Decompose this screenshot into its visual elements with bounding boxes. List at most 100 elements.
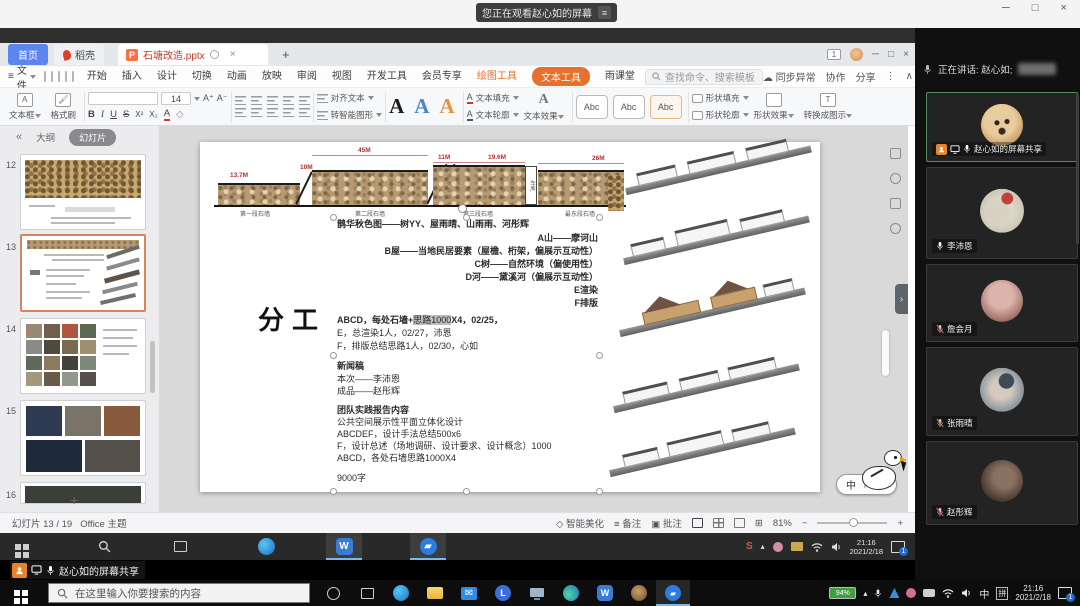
sync-status[interactable]: ☁ 同步异常	[763, 69, 816, 84]
shared-clock[interactable]: 21:162021/2/18	[850, 538, 883, 556]
text-preset-2[interactable]: Abc	[613, 95, 645, 119]
justify-icon[interactable]	[283, 108, 294, 117]
report-line-2[interactable]: ABCDEF，设计手法总结500x6	[337, 428, 461, 440]
output-icon[interactable]	[51, 71, 53, 82]
panel-scrollbar[interactable]	[150, 341, 155, 393]
shared-meeting-button[interactable]: ▰	[410, 533, 446, 560]
shared-wps-button[interactable]: W	[326, 533, 362, 560]
slide-thumbnail-16[interactable]	[20, 482, 146, 504]
shape-fill-button[interactable]: 形状填充	[692, 92, 749, 104]
line-a-mountain[interactable]: A山——摩诃山	[538, 232, 599, 244]
zoom-out-button[interactable]: −	[802, 518, 808, 529]
taskbar-search-box[interactable]: 在这里输入你要搜索的内容	[48, 583, 310, 603]
selection-handle[interactable]	[330, 488, 337, 495]
menu-slideshow[interactable]: 放映	[262, 67, 282, 86]
menu-review[interactable]: 审阅	[297, 67, 317, 86]
beautify-button[interactable]: ◇ 智能美化	[556, 516, 604, 530]
collapse-ribbon-icon[interactable]: ∧	[906, 71, 913, 82]
fengong-heading[interactable]: 分工	[258, 300, 326, 337]
format-painter-tool[interactable]: 🖌 格式刷	[46, 93, 82, 121]
selection-handle[interactable]	[330, 352, 337, 359]
news-line-1[interactable]: 本次——李沛恩	[337, 373, 400, 385]
selection-handle[interactable]	[463, 214, 470, 221]
line-e-render[interactable]: E渲染	[574, 284, 598, 296]
avatar-app[interactable]	[622, 580, 656, 606]
menu-animation[interactable]: 动画	[227, 67, 247, 86]
tray-camera-icon[interactable]	[923, 589, 935, 597]
shared-search-button[interactable]	[86, 533, 122, 560]
total-words[interactable]: 9000字	[337, 472, 366, 484]
reading-view-icon[interactable]	[734, 518, 745, 528]
menu-design[interactable]: 设计	[157, 67, 177, 86]
selection-handle[interactable]	[596, 214, 603, 221]
font-size-input[interactable]: 14	[161, 92, 191, 105]
tray-up-arrow-icon[interactable]: ▴	[863, 589, 867, 598]
print-icon[interactable]	[58, 71, 60, 82]
undo-icon[interactable]	[65, 71, 67, 82]
volume-icon[interactable]	[831, 542, 842, 552]
indent-increase-icon[interactable]	[283, 96, 294, 105]
font-name-input[interactable]	[88, 92, 158, 105]
slide-title-line[interactable]: 鹊华秋色图——树YY、屋雨晴、山雨雨、河彤辉	[337, 218, 529, 230]
report-title[interactable]: 团队实践报告内容	[337, 404, 409, 416]
account-avatar[interactable]	[850, 48, 863, 61]
new-slide-button[interactable]: +	[70, 492, 78, 508]
comments-button[interactable]: ▣ 批注	[651, 516, 682, 530]
ime-pinyin-indicator[interactable]: 拼	[996, 587, 1008, 600]
taskbar-clock[interactable]: 21:162021/2/18	[1015, 584, 1051, 602]
banner-menu-icon[interactable]: ≡	[598, 6, 611, 19]
text-effects-button[interactable]: A 文本效果	[519, 92, 569, 122]
wps-minimize-button[interactable]: ─	[872, 49, 879, 60]
grow-font-button[interactable]: A⁺	[203, 93, 214, 104]
tab-slides-active[interactable]: 幻灯片	[69, 129, 116, 146]
tray-pink-icon[interactable]	[906, 588, 916, 598]
tab-docer[interactable]: 稻壳	[54, 44, 104, 65]
subscript-button[interactable]: X₂	[149, 110, 157, 119]
fit-slide-icon[interactable]: ⊞	[755, 518, 763, 529]
menu-drawing-tools[interactable]: 绘图工具	[477, 67, 517, 86]
shape-effects-button[interactable]: 形状效果	[749, 93, 799, 121]
indent-decrease-icon[interactable]	[267, 96, 278, 105]
strikethrough-button[interactable]: S	[123, 109, 129, 120]
bullet-list-icon[interactable]	[235, 96, 246, 105]
align-left-icon[interactable]	[235, 108, 246, 117]
start-button[interactable]	[0, 580, 34, 606]
expand-pane-tab[interactable]: ›	[895, 284, 908, 314]
superscript-button[interactable]: X²	[135, 110, 143, 119]
edge-app[interactable]	[384, 580, 418, 606]
command-search-box[interactable]: 查找命令、搜索模板	[645, 69, 763, 85]
line-c-tree[interactable]: C树——自然环境（偏使用性）	[474, 258, 598, 270]
menu-transition[interactable]: 切换	[192, 67, 212, 86]
news-title[interactable]: 新闻稿	[337, 360, 364, 372]
theme-name[interactable]: Office 主题	[80, 516, 126, 530]
selection-handle[interactable]	[596, 352, 603, 359]
canvas-scrollbar[interactable]	[882, 330, 889, 376]
report-line-3[interactable]: F，设计总述（场地调研、设计要求、设计概念）1000	[337, 440, 552, 452]
clock-app[interactable]: L	[486, 580, 520, 606]
menu-insert[interactable]: 插入	[122, 67, 142, 86]
menu-start[interactable]: 开始	[87, 67, 107, 86]
screen-share-chip[interactable]: 赵心如的屏幕共享	[10, 561, 145, 579]
slide-thumbnail-12[interactable]	[20, 154, 146, 230]
participant-tile[interactable]: 赵彤辉	[926, 441, 1078, 525]
line-f-layout[interactable]: F排版	[575, 297, 599, 309]
tray-blue-icon[interactable]	[889, 588, 899, 598]
text-preset-1[interactable]: Abc	[576, 95, 608, 119]
menu-member[interactable]: 会员专享	[422, 67, 462, 86]
textbox-tool[interactable]: A 文本框	[4, 93, 46, 121]
notes-button[interactable]: ≡ 备注	[614, 516, 641, 530]
text-style-orange[interactable]: A	[439, 94, 454, 119]
tab-document[interactable]: P 石塘改造.pptx ×	[118, 44, 268, 65]
new-tab-button[interactable]: +	[282, 47, 290, 62]
taskview-button[interactable]	[350, 580, 384, 606]
zoom-in-button[interactable]: +	[897, 518, 903, 529]
wifi-icon[interactable]	[942, 588, 954, 598]
star-pane-icon[interactable]	[890, 173, 901, 184]
collaborate-button[interactable]: 协作	[826, 69, 846, 84]
share-button[interactable]: 分享	[856, 69, 876, 84]
tray-pink-icon[interactable]	[773, 542, 783, 552]
menu-text-tools-active[interactable]: 文本工具	[532, 67, 590, 86]
more-icon[interactable]: ⋮	[886, 71, 896, 82]
task-pane-icon[interactable]	[890, 148, 901, 159]
tray-mic-icon[interactable]	[874, 588, 882, 599]
